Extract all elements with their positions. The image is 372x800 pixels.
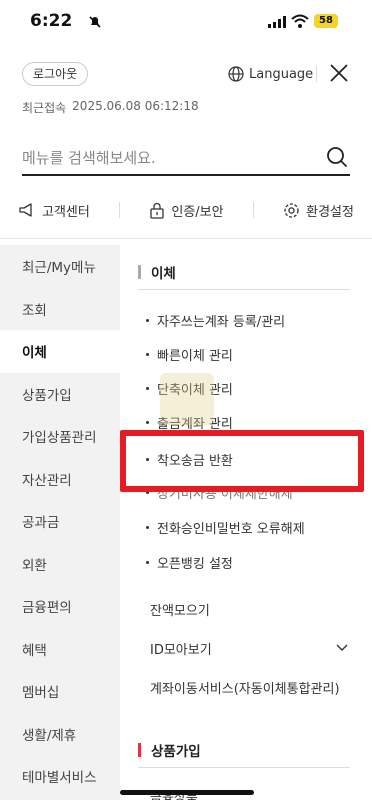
nav-item-product-manage[interactable]: 가입상품관리 [0, 415, 120, 458]
highlight-box [120, 430, 364, 492]
nav-item-recent[interactable]: 최근/My메뉴 [0, 245, 120, 288]
section-title: 이체 [151, 266, 176, 282]
signal-icon [268, 16, 286, 28]
divider [138, 289, 350, 290]
section-title: 상품가입 [151, 744, 201, 760]
battery-indicator: 58 [314, 14, 338, 28]
menu-search [22, 140, 350, 176]
status-bar: 6:22 58 [0, 0, 372, 44]
nav-item-transfer[interactable]: 이체 [0, 330, 120, 373]
megaphone-icon [19, 203, 32, 217]
menu-item-label: 자주쓰는계좌 등록/관리 [157, 315, 286, 330]
bullet [146, 353, 149, 356]
globe-icon [228, 66, 244, 82]
menu-item[interactable]: 빠른이체 관리 [146, 345, 233, 364]
section-product-title: 상품가입 [138, 740, 201, 760]
nav-item-convenience[interactable]: 금융편의 [0, 585, 120, 628]
watermark-logo [160, 373, 214, 425]
section-marker [138, 743, 141, 757]
submenu-panel: 이체 자주쓰는계좌 등록/관리 빠른이체 관리 단축이체 관리 출금계좌 관리 … [120, 245, 372, 800]
menu-item[interactable]: 전화승인비밀번호 오류해제 [146, 518, 305, 537]
bullet [146, 387, 149, 390]
nav-item-fx[interactable]: 외환 [0, 543, 120, 586]
menu-item[interactable]: 자주쓰는계좌 등록/관리 [146, 311, 285, 330]
close-icon[interactable] [328, 62, 350, 84]
settings-button[interactable]: 환경설정 [283, 201, 354, 220]
menu-item[interactable]: 오픈뱅킹 설정 [146, 553, 233, 572]
nav-item-product-join[interactable]: 상품가입 [0, 373, 120, 416]
nav-item-theme[interactable]: 테마별서비스 [0, 755, 120, 798]
quick-link-label: 인증/보안 [171, 204, 224, 220]
wifi-icon [291, 14, 309, 28]
search-input[interactable] [22, 144, 312, 172]
auth-security-button[interactable]: 인증/보안 [149, 201, 224, 220]
section-marker [138, 265, 141, 279]
nav-item-membership[interactable]: 멤버십 [0, 670, 120, 713]
lock-icon [150, 202, 165, 219]
bell-off-icon [89, 16, 101, 28]
gear-icon [284, 202, 299, 218]
menu-item-label: 빠른이체 관리 [157, 349, 233, 364]
language-button[interactable]: Language [228, 62, 313, 86]
bullet [146, 421, 149, 424]
bullet [146, 561, 149, 564]
divider [252, 202, 254, 218]
bullet [146, 526, 149, 529]
divider [316, 66, 317, 82]
nav-item-benefits[interactable]: 혜택 [0, 628, 120, 671]
nav-item-asset[interactable]: 자산관리 [0, 458, 120, 501]
nav-item-inquiry[interactable]: 조회 [0, 288, 120, 331]
menu-item-label: 오픈뱅킹 설정 [157, 557, 233, 572]
quick-links: 고객센터 인증/보안 환경설정 [18, 196, 354, 224]
last-login-label: 최근접속 [22, 101, 67, 115]
status-time: 6:22 [30, 11, 73, 31]
menu-item-balance-collect[interactable]: 잔액모으기 [150, 600, 210, 619]
divider [119, 202, 121, 218]
language-label: Language [249, 66, 314, 82]
quick-link-label: 환경설정 [306, 204, 354, 220]
last-login-value: 2025.06.08 06:12:18 [72, 99, 199, 113]
logout-button[interactable]: 로그아웃 [22, 62, 89, 86]
left-nav: 최근/My메뉴 조회 이체 상품가입 가입상품관리 자산관리 공과금 외환 금융… [0, 245, 120, 800]
last-login: 최근접속 2025.06.08 06:12:18 [22, 99, 199, 116]
menu-item-account-move[interactable]: 계좌이동서비스(자동이체통합관리) [150, 678, 340, 697]
bullet [146, 319, 149, 322]
section-transfer-title: 이체 [138, 262, 176, 282]
menu-item-id-view[interactable]: ID모아보기 [150, 639, 212, 658]
chevron-down-icon[interactable] [336, 644, 348, 652]
home-indicator[interactable] [120, 790, 254, 795]
divider [138, 767, 350, 768]
customer-center-button[interactable]: 고객센터 [18, 201, 90, 220]
menu-item-label: 전화승인비밀번호 오류해제 [157, 522, 305, 537]
quick-link-label: 고객센터 [42, 204, 90, 220]
search-icon[interactable] [326, 146, 348, 168]
divider [0, 238, 372, 239]
nav-item-life[interactable]: 생활/제휴 [0, 713, 120, 756]
nav-item-utility[interactable]: 공과금 [0, 500, 120, 543]
